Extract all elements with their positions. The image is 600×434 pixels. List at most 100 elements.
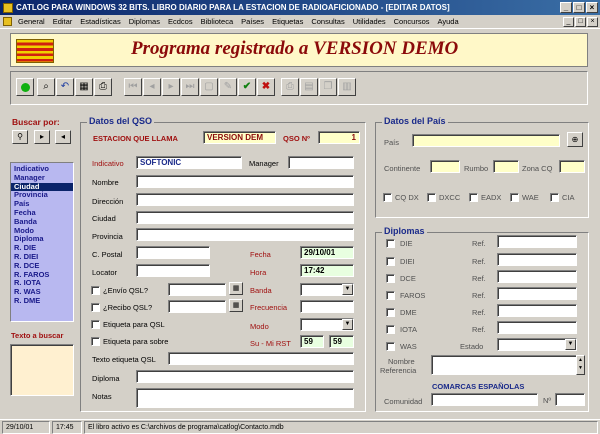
dme-checkbox[interactable] [386, 308, 395, 317]
report-icon[interactable]: ▤ [300, 78, 318, 96]
menu-biblioteca[interactable]: Biblioteca [197, 17, 238, 26]
next-icon[interactable]: ▸ [162, 78, 180, 96]
estacion-field[interactable]: VERSION DEM [203, 131, 276, 144]
diei-ref-field[interactable] [497, 253, 577, 266]
print-icon[interactable]: ⎙ [94, 78, 112, 96]
qso-number-field[interactable]: 1 [318, 131, 360, 144]
menu-ayuda[interactable]: Ayuda [434, 17, 463, 26]
frecuencia-field[interactable] [300, 300, 354, 313]
pais-field[interactable] [412, 134, 560, 147]
rst-mi-field[interactable]: 59 [329, 335, 354, 348]
die-checkbox[interactable] [386, 239, 395, 248]
menu-estadisticas[interactable]: Estadísticas [76, 17, 124, 26]
menu-ecdcos[interactable]: Ecdcos [164, 17, 197, 26]
menu-diplomas[interactable]: Diplomas [125, 17, 164, 26]
delete-icon[interactable]: ✖ [257, 78, 275, 96]
calendar-icon[interactable]: ▦ [229, 282, 243, 295]
confirm-icon[interactable]: ✔ [238, 78, 256, 96]
mdi-minimize-button[interactable]: _ [563, 17, 574, 27]
iota-checkbox[interactable] [386, 325, 395, 334]
chevron-down-icon[interactable]: ▼ [342, 284, 353, 295]
copy-icon[interactable]: ❐ [319, 78, 337, 96]
faros-ref-field[interactable] [497, 287, 577, 300]
search-text-input[interactable] [10, 344, 74, 396]
wae-checkbox[interactable] [510, 193, 519, 202]
cia-checkbox[interactable] [550, 193, 559, 202]
doc-icon [3, 17, 12, 26]
edit-icon[interactable]: ✎ [219, 78, 237, 96]
continente-field[interactable] [430, 160, 460, 173]
list-item[interactable]: R. DME [14, 296, 70, 306]
menu-utilidades[interactable]: Utilidades [349, 17, 390, 26]
search-prev-button[interactable]: ◂ [55, 130, 71, 144]
envio-qsl-field[interactable] [168, 283, 226, 296]
hora-field[interactable]: 17:42 [300, 264, 354, 277]
search-field-list[interactable]: Indicativo Manager Ciudad Provincia País… [10, 162, 74, 322]
mdi-close-button[interactable]: × [587, 17, 598, 27]
comarca-number-field[interactable] [555, 393, 585, 406]
envio-qsl-checkbox[interactable] [91, 286, 100, 295]
dce-checkbox[interactable] [386, 274, 395, 283]
minimize-button[interactable]: _ [560, 2, 572, 13]
zona-cq-field[interactable] [559, 160, 585, 173]
dxcc-checkbox[interactable] [427, 193, 436, 202]
tools-icon[interactable]: ▥ [338, 78, 356, 96]
menu-concursos[interactable]: Concursos [390, 17, 434, 26]
zoom-icon[interactable]: ⌕ [37, 78, 55, 96]
manager-field[interactable] [288, 156, 354, 169]
iota-ref-field[interactable] [497, 321, 577, 334]
menu-etiquetas[interactable]: Etiquetas [268, 17, 307, 26]
chevron-down-icon[interactable]: ▼ [565, 339, 576, 350]
globe-icon[interactable]: ⊕ [567, 132, 583, 147]
last-icon[interactable]: ⏭ [181, 78, 199, 96]
nombre-field[interactable] [136, 175, 354, 188]
mdi-restore-button[interactable]: □ [575, 17, 586, 27]
nombre-referencia-field[interactable] [431, 355, 577, 375]
recibo-qsl-checkbox[interactable] [91, 303, 100, 312]
binoculars-icon[interactable]: ⚲ [12, 130, 28, 144]
close-button[interactable]: × [586, 2, 598, 13]
rst-su-field[interactable]: 59 [300, 335, 324, 348]
cqdx-checkbox[interactable] [383, 193, 392, 202]
menu-paises[interactable]: Países [237, 17, 268, 26]
first-icon[interactable]: ⏮ [124, 78, 142, 96]
grid-icon[interactable]: ▦ [75, 78, 93, 96]
new-icon[interactable]: ▢ [200, 78, 218, 96]
comunidad-field[interactable] [431, 393, 538, 406]
maximize-button[interactable]: □ [573, 2, 585, 13]
indicativo-field[interactable]: SOFTONIC [136, 156, 242, 169]
recibo-qsl-field[interactable] [168, 300, 226, 313]
diploma-field[interactable] [136, 370, 354, 383]
chevron-down-icon[interactable]: ▼ [342, 319, 353, 330]
prev-icon[interactable]: ◂ [143, 78, 161, 96]
cpostal-field[interactable] [136, 246, 210, 259]
provincia-field[interactable] [136, 228, 354, 241]
menu-editar[interactable]: Editar [49, 17, 77, 26]
texto-etiqueta-field[interactable] [168, 352, 354, 365]
eadx-checkbox[interactable] [469, 193, 478, 202]
scrollbar[interactable]: ▲ ▼ [576, 355, 585, 375]
dme-ref-field[interactable] [497, 304, 577, 317]
undo-icon[interactable]: ↶ [56, 78, 74, 96]
menu-general[interactable]: General [14, 17, 49, 26]
etiqueta-sobre-checkbox[interactable] [91, 337, 100, 346]
fecha-field[interactable]: 29/10/01 [300, 246, 354, 259]
calendar-icon[interactable]: ▦ [229, 299, 243, 312]
locator-field[interactable] [136, 264, 210, 277]
direccion-field[interactable] [136, 193, 354, 206]
diei-checkbox[interactable] [386, 257, 395, 266]
search-next-button[interactable]: ▸ [34, 130, 50, 144]
etiqueta-qsl-checkbox[interactable] [91, 320, 100, 329]
rumbo-field[interactable] [493, 160, 519, 173]
provincia-label: Provincia [92, 232, 123, 241]
print2-icon[interactable]: ⎙ [281, 78, 299, 96]
pais-group-title: Datos del País [382, 116, 448, 126]
faros-checkbox[interactable] [386, 291, 395, 300]
was-checkbox[interactable] [386, 342, 395, 351]
ciudad-field[interactable] [136, 211, 354, 224]
notas-field[interactable] [136, 388, 354, 408]
die-ref-field[interactable] [497, 235, 577, 248]
dce-ref-field[interactable] [497, 270, 577, 283]
menu-consultas[interactable]: Consultas [307, 17, 348, 26]
green-dot-icon[interactable] [16, 78, 34, 96]
